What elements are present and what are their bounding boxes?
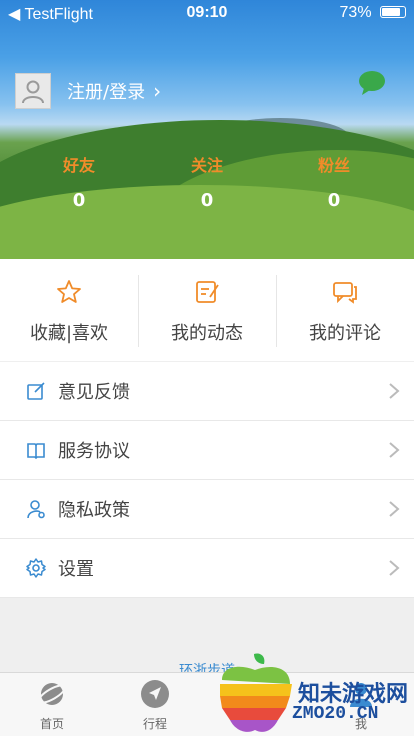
menu-item-label: 意见反馈 — [58, 382, 130, 403]
tab-label: 首页 — [39, 717, 64, 731]
menu-item-label: 设置 — [58, 559, 94, 580]
my-comments-label: 我的评论 — [309, 323, 381, 344]
chevron-right-icon — [389, 560, 400, 576]
stat-label: 粉丝 — [317, 156, 350, 175]
stat-value: 0 — [72, 190, 86, 211]
profile-header: ◀ TestFlight 09:10 73% 注册/登录 › 好友 0 关注 0 — [0, 0, 414, 259]
watermark-logo: 知未游戏网 ZMO20.CN — [214, 650, 414, 736]
menu-item-label: 隐私政策 — [58, 500, 130, 521]
stat-followers[interactable]: 粉丝 0 — [289, 152, 379, 211]
favorites-label: 收藏|喜欢 — [29, 323, 109, 344]
battery-icon — [380, 6, 406, 18]
fruit-logo-icon — [220, 653, 292, 732]
settings-menu: 意见反馈 服务协议 隐私政策 设置 — [0, 362, 414, 598]
menu-item-feedback[interactable]: 意见反馈 — [0, 362, 414, 421]
login-entry[interactable]: 注册/登录 › — [15, 73, 161, 109]
chat-bubble-icon[interactable] — [358, 70, 386, 96]
login-label[interactable]: 注册/登录 — [67, 78, 145, 104]
chevron-right-icon — [389, 501, 400, 517]
watermark-url: ZMO20.CN — [292, 704, 379, 724]
menu-item-label: 服务协议 — [58, 441, 130, 462]
stat-following[interactable]: 关注 0 — [162, 152, 252, 211]
menu-item-privacy-policy[interactable]: 隐私政策 — [0, 480, 414, 539]
favorites-button[interactable]: 收藏|喜欢 — [0, 259, 138, 361]
chevron-right-icon — [389, 383, 400, 399]
menu-item-settings[interactable]: 设置 — [0, 539, 414, 598]
planet-icon — [37, 683, 67, 705]
book-icon — [27, 443, 45, 460]
tab-home[interactable]: 首页 — [17, 679, 87, 732]
feedback-icon — [27, 382, 45, 400]
my-comments-button[interactable]: 我的评论 — [276, 259, 414, 361]
chevron-right-icon — [389, 442, 400, 458]
action-grid: 收藏|喜欢 我的动态 我的评论 — [0, 259, 414, 361]
stat-friends[interactable]: 好友 0 — [34, 152, 124, 211]
stat-value: 0 — [327, 190, 341, 211]
stat-value: 0 — [200, 190, 214, 211]
tab-trip[interactable]: 行程 — [120, 679, 190, 732]
my-posts-button[interactable]: 我的动态 — [138, 259, 276, 361]
settings-gear-icon — [26, 558, 46, 578]
chevron-right-icon: › — [153, 79, 162, 103]
privacy-user-icon — [27, 500, 45, 519]
star-icon — [57, 280, 81, 303]
stat-label: 好友 — [62, 156, 95, 175]
navigation-icon — [141, 680, 169, 708]
edit-note-icon — [196, 281, 219, 303]
status-bar: ◀ TestFlight 09:10 73% — [0, 0, 414, 26]
user-icon — [22, 80, 44, 104]
battery-percent: 73% — [339, 4, 372, 21]
tab-label: 行程 — [142, 717, 167, 731]
menu-item-service-agreement[interactable]: 服务协议 — [0, 421, 414, 480]
stat-label: 关注 — [190, 156, 223, 175]
my-posts-label: 我的动态 — [171, 323, 243, 344]
status-right: 73% — [340, 4, 406, 22]
comment-icon — [333, 282, 357, 304]
avatar[interactable] — [15, 73, 51, 109]
